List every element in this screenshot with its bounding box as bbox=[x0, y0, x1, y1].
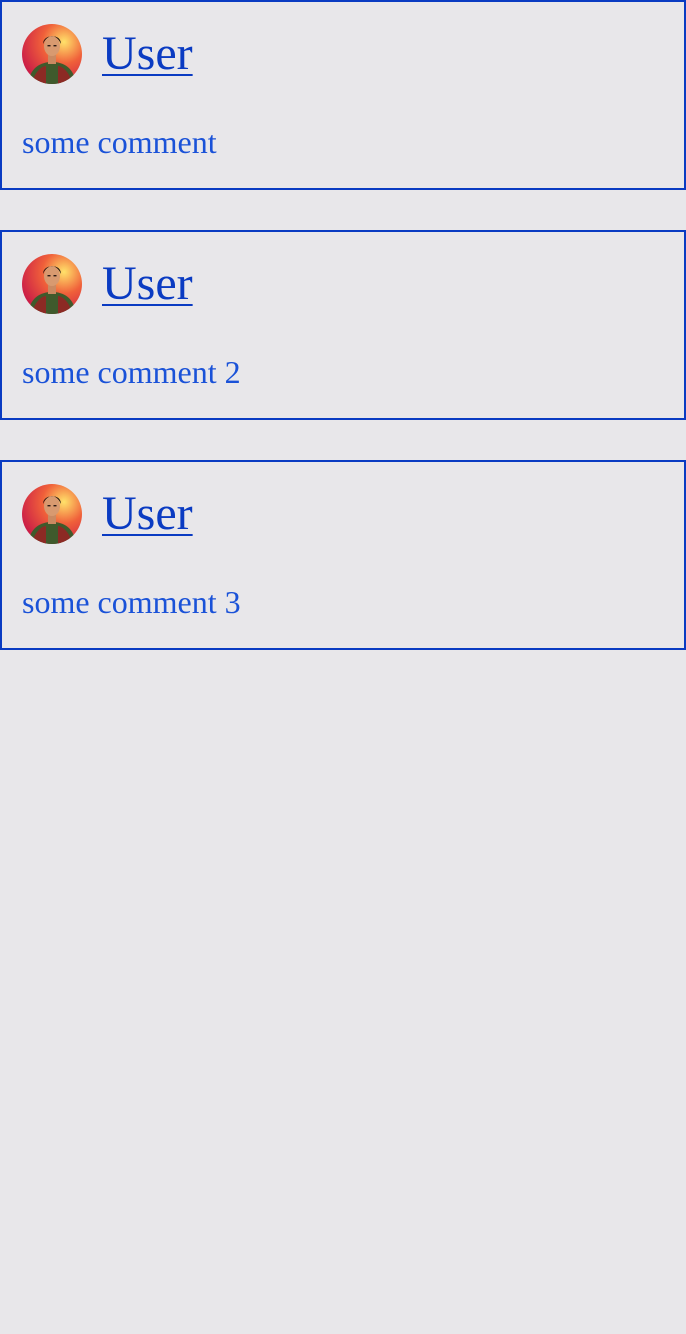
user-avatar-icon[interactable] bbox=[22, 24, 82, 84]
comment-author-link[interactable]: User bbox=[102, 254, 193, 314]
comment-card: User some comment 2 bbox=[0, 230, 686, 420]
comment-list: User some comment User some comment 2 Us… bbox=[0, 0, 686, 690]
comment-text: some comment 2 bbox=[22, 354, 241, 390]
user-avatar-icon[interactable] bbox=[22, 484, 82, 544]
comment-author-link[interactable]: User bbox=[102, 24, 193, 84]
comment-text: some comment bbox=[22, 124, 217, 160]
comment-card: User some comment bbox=[0, 0, 686, 190]
comment-author-link[interactable]: User bbox=[102, 484, 193, 544]
user-avatar-icon[interactable] bbox=[22, 254, 82, 314]
comment-text: some comment 3 bbox=[22, 584, 241, 620]
comment-card: User some comment 3 bbox=[0, 460, 686, 650]
